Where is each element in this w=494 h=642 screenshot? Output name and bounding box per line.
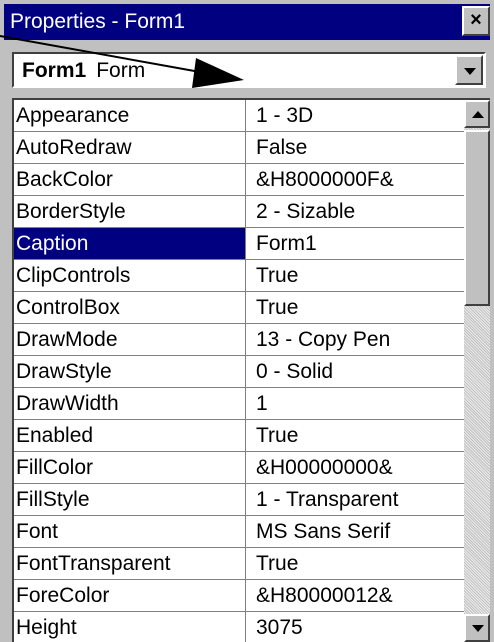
- property-value[interactable]: Form1: [246, 228, 466, 259]
- property-row[interactable]: FillColor &H00000000&: [14, 452, 466, 484]
- property-name: Font: [14, 516, 246, 547]
- property-name: Enabled: [14, 420, 246, 451]
- scrollbar-thumb[interactable]: [464, 130, 490, 306]
- property-row[interactable]: BorderStyle 2 - Sizable: [14, 196, 466, 228]
- object-selector-value: Form1 Form: [22, 58, 145, 84]
- scroll-up-button[interactable]: [464, 100, 490, 128]
- property-value[interactable]: 1 - 3D: [246, 100, 466, 131]
- property-name: Appearance: [14, 100, 246, 131]
- scroll-down-button[interactable]: [464, 614, 490, 642]
- property-value[interactable]: 13 - Copy Pen: [246, 324, 466, 355]
- property-row[interactable]: AutoRedraw False: [14, 132, 466, 164]
- properties-window: Properties - Form1 × Form1 Form Appearanc…: [0, 0, 494, 642]
- property-name: DrawWidth: [14, 388, 246, 419]
- property-value[interactable]: 1 - Transparent: [246, 484, 466, 515]
- property-name: DrawStyle: [14, 356, 246, 387]
- property-value[interactable]: 0 - Solid: [246, 356, 466, 387]
- title-bar[interactable]: Properties - Form1 ×: [4, 4, 490, 40]
- object-type: Form: [96, 59, 146, 82]
- scroll-down-arrow-icon: [472, 625, 484, 632]
- property-name: BorderStyle: [14, 196, 246, 227]
- property-row[interactable]: DrawMode 13 - Copy Pen: [14, 324, 466, 356]
- property-value[interactable]: &H80000012&: [246, 580, 466, 611]
- property-list: Appearance 1 - 3D AutoRedraw False BackColor…: [14, 100, 466, 642]
- property-row[interactable]: Appearance 1 - 3D: [14, 100, 466, 132]
- property-row[interactable]: Caption Form1: [14, 228, 466, 260]
- property-value[interactable]: &H8000000F&: [246, 164, 466, 195]
- property-name: BackColor: [14, 164, 246, 195]
- property-row[interactable]: ForeColor &H80000012&: [14, 580, 466, 612]
- property-row[interactable]: ClipControls True: [14, 260, 466, 292]
- property-value[interactable]: 2 - Sizable: [246, 196, 466, 227]
- property-name: AutoRedraw: [14, 132, 246, 163]
- scroll-up-arrow-icon: [472, 111, 484, 118]
- property-row[interactable]: Height 3075: [14, 612, 466, 642]
- property-row[interactable]: FontTransparent True: [14, 548, 466, 580]
- property-name: DrawMode: [14, 324, 246, 355]
- property-name: Height: [14, 612, 246, 642]
- vertical-scrollbar[interactable]: [464, 100, 490, 642]
- property-name: ClipControls: [14, 260, 246, 291]
- property-value[interactable]: True: [246, 420, 466, 451]
- object-selector-dropdown[interactable]: Form1 Form: [12, 52, 486, 88]
- property-name: FillStyle: [14, 484, 246, 515]
- close-icon: ×: [470, 9, 482, 31]
- property-row[interactable]: ControlBox True: [14, 292, 466, 324]
- property-row[interactable]: Font MS Sans Serif: [14, 516, 466, 548]
- property-value[interactable]: True: [246, 548, 466, 579]
- property-value[interactable]: True: [246, 292, 466, 323]
- dropdown-button[interactable]: [455, 55, 483, 85]
- property-grid: Appearance 1 - 3D AutoRedraw False BackColor…: [12, 98, 490, 642]
- property-name: FontTransparent: [14, 548, 246, 579]
- property-value[interactable]: MS Sans Serif: [246, 516, 466, 547]
- property-value[interactable]: True: [246, 260, 466, 291]
- chevron-down-icon: [464, 68, 476, 75]
- property-value[interactable]: 1: [246, 388, 466, 419]
- object-name: Form1: [22, 59, 87, 82]
- property-name: ForeColor: [14, 580, 246, 611]
- close-button[interactable]: ×: [462, 6, 490, 36]
- property-name: Caption: [14, 228, 246, 259]
- window-title: Properties - Form1: [10, 10, 186, 33]
- property-row[interactable]: DrawWidth 1: [14, 388, 466, 420]
- property-value[interactable]: False: [246, 132, 466, 163]
- property-name: ControlBox: [14, 292, 246, 323]
- property-value[interactable]: &H00000000&: [246, 452, 466, 483]
- property-name: FillColor: [14, 452, 246, 483]
- property-row[interactable]: Enabled True: [14, 420, 466, 452]
- property-row[interactable]: FillStyle 1 - Transparent: [14, 484, 466, 516]
- property-row[interactable]: BackColor &H8000000F&: [14, 164, 466, 196]
- property-value[interactable]: 3075: [246, 612, 466, 642]
- property-row[interactable]: DrawStyle 0 - Solid: [14, 356, 466, 388]
